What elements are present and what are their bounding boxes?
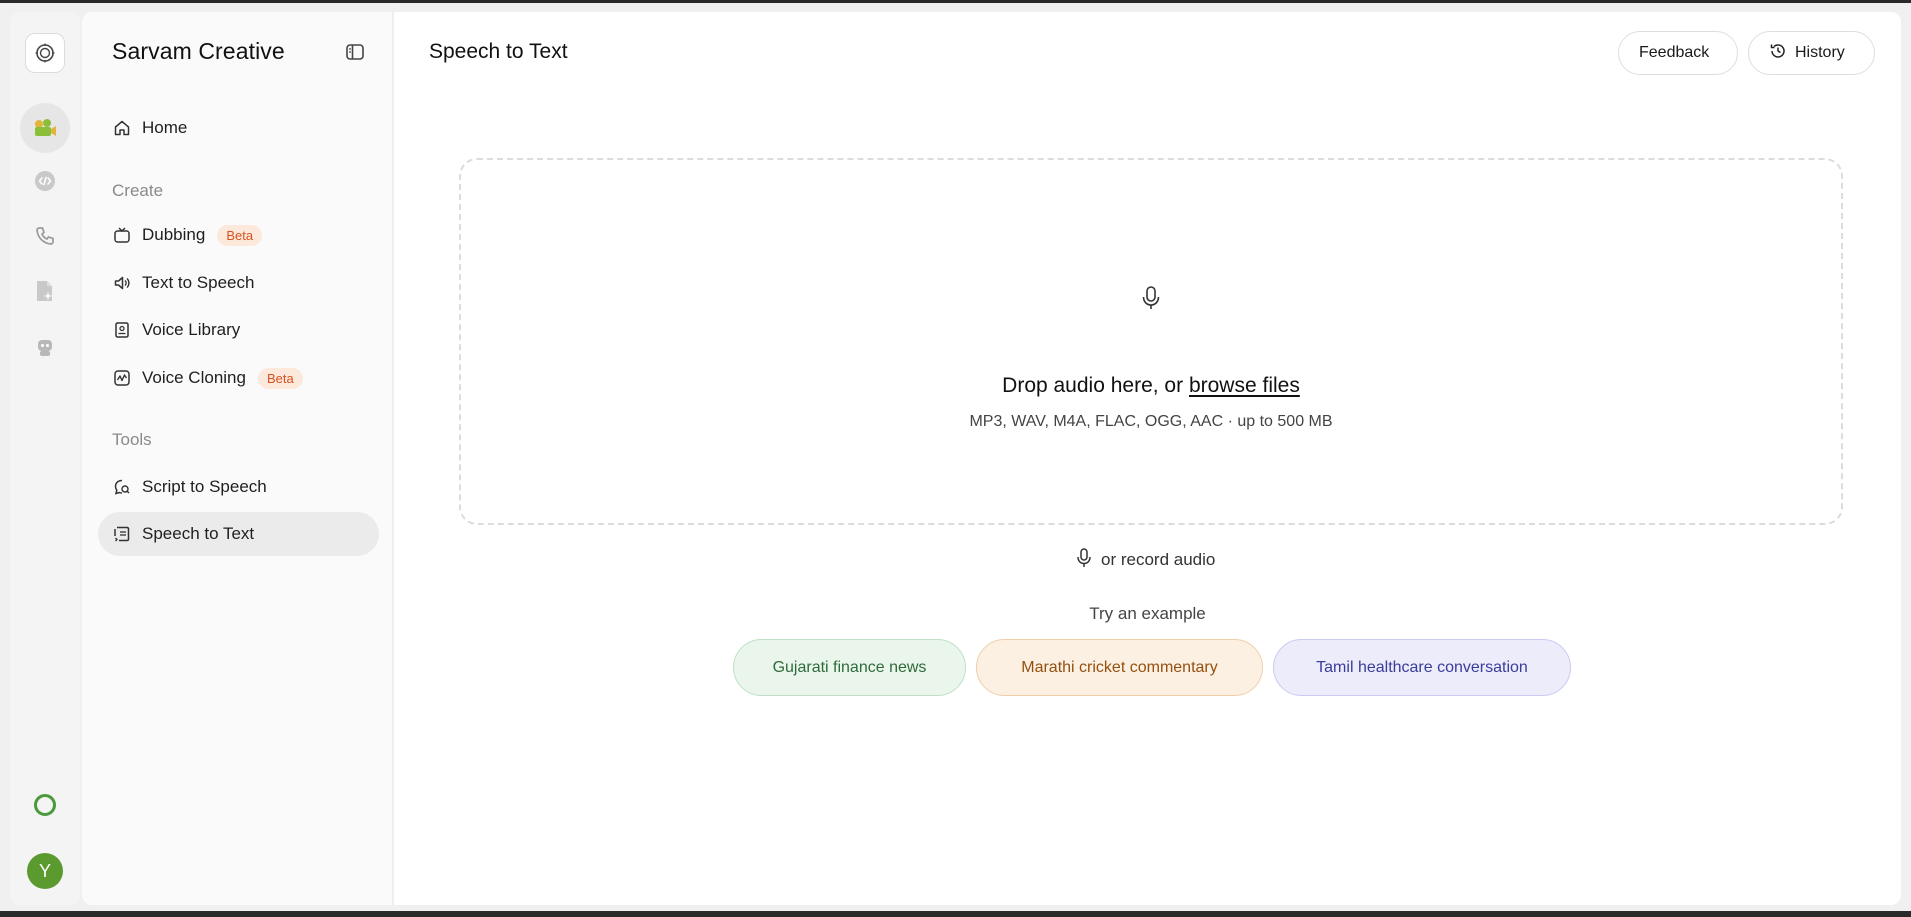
sidebar-item-label: Voice Cloning <box>142 368 246 387</box>
file-sparkle-icon[interactable] <box>20 266 70 316</box>
sidebar-item-voice-cloning[interactable]: Voice Cloning Beta <box>98 356 379 400</box>
section-tools-label: Tools <box>112 430 152 449</box>
section-create-label: Create <box>112 181 164 200</box>
tv-icon <box>112 225 132 245</box>
feedback-button[interactable]: Feedback <box>1618 31 1738 75</box>
sidebar-item-label: Dubbing <box>142 225 206 244</box>
dropzone-title-text: Drop audio here, or <box>1002 374 1184 397</box>
sidebar: Sarvam Creative Home Create Dubbing Beta… <box>82 12 393 905</box>
book-icon <box>112 320 132 340</box>
window-top-border <box>0 0 1911 3</box>
ring-icon[interactable] <box>32 792 58 818</box>
robot-icon[interactable] <box>20 322 70 372</box>
try-example-label: Try an example <box>1089 604 1206 623</box>
brand-title: Sarvam Creative <box>112 38 285 64</box>
dropzone-title: Drop audio here, or browse files <box>461 374 1841 398</box>
app-rail: Y <box>10 12 80 905</box>
sidebar-item-script-to-speech[interactable]: Script to Speech <box>98 465 379 509</box>
window-bottom-border <box>0 911 1911 917</box>
history-button[interactable]: History <box>1748 31 1875 75</box>
record-audio-button[interactable]: or record audio <box>1075 546 1215 574</box>
home-icon <box>112 118 132 138</box>
history-label: History <box>1795 44 1845 61</box>
sidebar-item-label: Script to Speech <box>142 477 267 496</box>
sarvam-logo-icon[interactable] <box>25 33 65 73</box>
beta-badge: Beta <box>257 367 303 389</box>
sidebar-item-label: Voice Library <box>142 320 241 339</box>
example-chip-tamil[interactable]: Tamil healthcare conversation <box>1273 639 1571 696</box>
feedback-label: Feedback <box>1639 44 1710 61</box>
history-icon <box>1769 42 1787 65</box>
page-title: Speech to Text <box>429 40 568 63</box>
sidebar-item-home[interactable]: Home <box>98 106 379 150</box>
main-content: Speech to Text Feedback History Drop aud… <box>394 12 1901 905</box>
chat-search-icon <box>112 477 132 497</box>
waveform-image-icon <box>112 368 132 388</box>
example-chip-gujarati[interactable]: Gujarati finance news <box>733 639 966 696</box>
code-icon[interactable] <box>20 156 70 206</box>
sidebar-item-label: Text to Speech <box>142 273 255 292</box>
microphone-icon <box>1137 284 1165 312</box>
beta-badge: Beta <box>217 224 263 246</box>
avatar[interactable]: Y <box>27 853 63 889</box>
sidebar-item-text-to-speech[interactable]: Text to Speech <box>98 261 379 305</box>
dropzone-subtitle: MP3, WAV, M4A, FLAC, OGG, AAC · up to 50… <box>969 413 1333 430</box>
sidebar-item-dubbing[interactable]: Dubbing Beta <box>98 213 379 257</box>
example-chip-marathi[interactable]: Marathi cricket commentary <box>976 639 1263 696</box>
sidebar-item-voice-library[interactable]: Voice Library <box>98 308 379 352</box>
microphone-icon <box>1075 547 1093 574</box>
sidebar-toggle-icon[interactable] <box>342 39 368 65</box>
audio-dropzone[interactable]: Drop audio here, or browse files MP3, WA… <box>459 158 1843 525</box>
transcript-icon <box>112 524 132 544</box>
sidebar-item-speech-to-text[interactable]: Speech to Text <box>98 512 379 556</box>
phone-icon[interactable] <box>20 211 70 261</box>
record-audio-label: or record audio <box>1101 550 1216 569</box>
sidebar-item-label: Speech to Text <box>142 524 255 543</box>
browse-files-link[interactable]: browse files <box>1189 374 1300 397</box>
film-camera-icon[interactable] <box>20 103 70 153</box>
speaker-icon <box>112 273 132 293</box>
sidebar-item-label: Home <box>142 118 188 137</box>
